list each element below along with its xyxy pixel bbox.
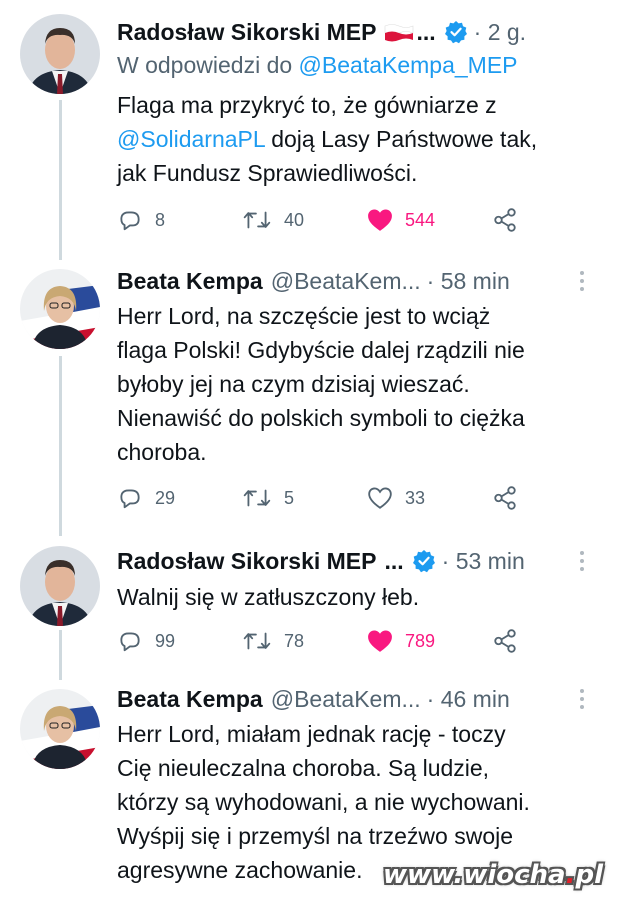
- tweet[interactable]: Radosław Sikorski MEP ... · 53 min Walni…: [0, 530, 617, 675]
- timestamp[interactable]: · 2 g.: [474, 19, 526, 46]
- reply-count: 99: [155, 630, 176, 651]
- retweet-count: 5: [284, 487, 295, 508]
- name-ellipsis: ...: [384, 547, 404, 574]
- retweet-icon: [243, 632, 271, 650]
- share-button[interactable]: [492, 205, 530, 235]
- retweet-button[interactable]: 40: [242, 205, 304, 235]
- tweet-actions: 99 78 789: [117, 626, 537, 656]
- tweet-line: Walnij się w zatłuszczony łeb.: [117, 584, 420, 610]
- share-icon: [494, 486, 516, 510]
- tweet-line: którzy są wyhodowani, a nie wychowani.: [117, 789, 530, 815]
- retweet-button[interactable]: 5: [242, 483, 294, 513]
- tweet-line: Nienawiść do polskich symboli to ciężka: [117, 405, 525, 431]
- avatar[interactable]: [20, 546, 100, 626]
- reply-count: 8: [155, 209, 166, 230]
- tweet-text: Herr Lord, na szczęście jest to wciąż fl…: [117, 299, 607, 469]
- tweet-line: byłoby jej na czym dzisiaj wieszać.: [117, 371, 470, 397]
- tweet-line: Herr Lord, miałam jednak rację - toczy: [117, 721, 506, 747]
- tweet-line: flaga Polski! Gdybyście dalej rządzili n…: [117, 337, 525, 363]
- tweet-actions: 8 40 544: [117, 205, 537, 235]
- tweet-line: jak Fundusz Sprawiedliwości.: [117, 160, 418, 186]
- tweet-line: Cię nieuleczalna choroba. Są ludzie,: [117, 755, 490, 781]
- heart-filled-icon: [368, 630, 392, 652]
- tweet-text: Walnij się w zatłuszczony łeb.: [117, 580, 607, 614]
- retweet-button[interactable]: 78: [242, 626, 304, 656]
- reply-icon: [120, 489, 140, 509]
- reply-icon: [120, 211, 140, 231]
- retweet-count: 78: [284, 630, 305, 651]
- reply-button[interactable]: 29: [117, 483, 175, 513]
- share-button[interactable]: [492, 626, 530, 656]
- author-handle[interactable]: @BeataKem...: [271, 686, 421, 713]
- retweet-icon: [243, 489, 271, 507]
- tweet-text: Flaga ma przykryć to, że gówniarze z @So…: [117, 88, 607, 190]
- name-ellipsis: ...: [416, 18, 436, 45]
- reply-context: W odpowiedzi do @BeataKempa_MEP: [117, 52, 518, 79]
- retweet-count: 40: [284, 209, 305, 230]
- like-count: 33: [405, 487, 426, 508]
- poland-flag-icon: [384, 22, 414, 42]
- reply-button[interactable]: 99: [117, 626, 175, 656]
- author-handle[interactable]: @BeataKem...: [271, 268, 421, 295]
- verified-badge-icon: [444, 20, 468, 44]
- watermark: www.wiocha.pl: [383, 860, 603, 890]
- more-options-icon[interactable]: [579, 688, 585, 710]
- share-button[interactable]: [492, 483, 530, 513]
- avatar-sikorski-image: [20, 14, 100, 94]
- tweet-line: Flaga ma przykryć to, że gówniarze z: [117, 92, 497, 118]
- timestamp[interactable]: · 58 min: [427, 268, 510, 295]
- more-options-icon[interactable]: [579, 270, 585, 292]
- tweet-line: Herr Lord, na szczęście jest to wciąż: [117, 303, 491, 329]
- tweet[interactable]: Beata Kempa @BeataKem... · 58 min Herr L…: [0, 255, 617, 530]
- verified-badge-icon: [412, 549, 436, 573]
- avatar-kempa-image: [20, 689, 100, 769]
- reply-button[interactable]: 8: [117, 205, 165, 235]
- share-icon: [494, 629, 516, 653]
- reply-prefix: W odpowiedzi do: [117, 52, 293, 78]
- reply-icon: [120, 632, 140, 652]
- like-button[interactable]: 33: [367, 483, 425, 513]
- avatar-kempa-image: [20, 269, 100, 349]
- avatar[interactable]: [20, 269, 100, 349]
- author-name[interactable]: Beata Kempa: [117, 686, 263, 713]
- timestamp[interactable]: · 46 min: [427, 686, 510, 713]
- heart-outline-icon: [368, 487, 392, 509]
- more-options-icon[interactable]: [579, 550, 585, 572]
- avatar[interactable]: [20, 14, 100, 94]
- reply-mention-link[interactable]: @BeataKempa_MEP: [299, 52, 518, 78]
- tweet-actions: 29 5 33: [117, 483, 537, 513]
- tweet-line: choroba.: [117, 439, 207, 465]
- reply-count: 29: [155, 487, 176, 508]
- timestamp[interactable]: · 53 min: [442, 548, 525, 575]
- author-name[interactable]: Radosław Sikorski MEP: [117, 19, 376, 46]
- heart-filled-icon: [368, 209, 392, 231]
- author-name[interactable]: Beata Kempa: [117, 268, 263, 295]
- like-button[interactable]: 789: [367, 626, 435, 656]
- tweet-line: Wyśpij się i przemyśl na trzeźwo swoje: [117, 823, 514, 849]
- tweet-line: @SolidarnaPL doją Lasy Państwowe tak,: [117, 126, 538, 152]
- retweet-icon: [243, 211, 271, 229]
- author-name[interactable]: Radosław Sikorski MEP: [117, 548, 376, 575]
- like-button[interactable]: 544: [367, 205, 435, 235]
- mention-link[interactable]: @SolidarnaPL: [117, 126, 265, 152]
- like-count: 544: [405, 209, 436, 230]
- avatar[interactable]: [20, 689, 100, 769]
- like-count: 789: [405, 630, 436, 651]
- tweet[interactable]: Radosław Sikorski MEP ... · 2 g. W odpow…: [0, 0, 617, 255]
- share-icon: [494, 208, 516, 232]
- avatar-sikorski-image: [20, 546, 100, 626]
